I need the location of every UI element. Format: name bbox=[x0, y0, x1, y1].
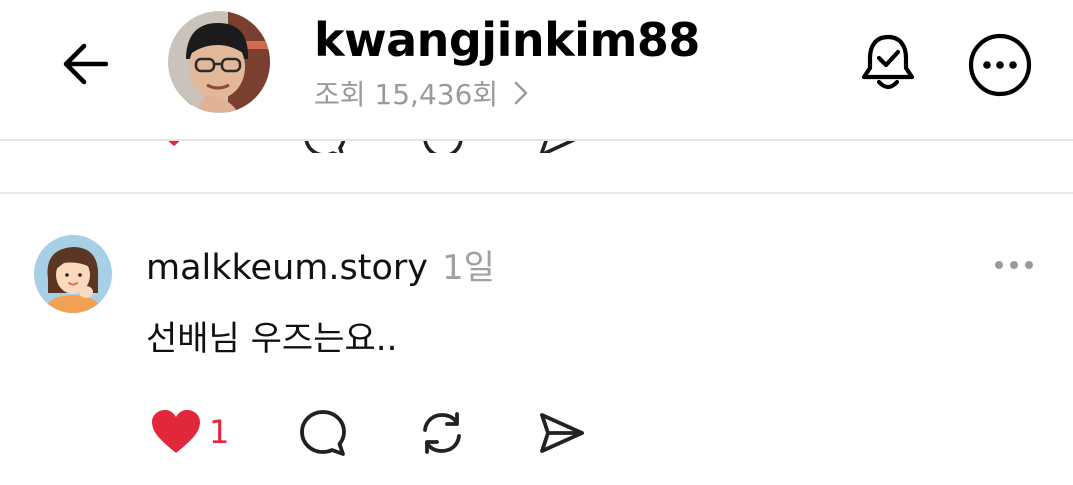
comment-timestamp: 1일 bbox=[441, 248, 495, 288]
author-username[interactable]: kwangjinkim88 bbox=[314, 12, 700, 68]
view-count-link[interactable]: 조회 15,436회 bbox=[314, 74, 528, 112]
like-button[interactable] bbox=[146, 406, 206, 458]
repost-icon[interactable] bbox=[420, 141, 466, 153]
chevron-right-icon bbox=[514, 81, 528, 105]
bell-check-icon bbox=[861, 34, 915, 90]
notification-button[interactable] bbox=[856, 28, 920, 98]
author-avatar[interactable] bbox=[168, 11, 270, 113]
comment-icon bbox=[300, 410, 346, 456]
comment-icon[interactable] bbox=[302, 141, 348, 153]
share-button[interactable] bbox=[532, 404, 590, 462]
commenter-username[interactable]: malkkeum.story bbox=[146, 248, 428, 288]
like-count: 1 bbox=[209, 413, 230, 451]
commenter-avatar[interactable] bbox=[34, 235, 112, 313]
repost-icon bbox=[423, 412, 461, 454]
more-horizontal-circle-icon bbox=[968, 33, 1032, 97]
back-button[interactable] bbox=[55, 36, 115, 92]
previous-post-actions bbox=[0, 141, 1073, 153]
post-divider bbox=[0, 192, 1073, 194]
reply-button[interactable] bbox=[294, 404, 352, 462]
send-icon bbox=[540, 413, 584, 453]
comment-header: malkkeum.story 1일 bbox=[146, 240, 495, 290]
heart-icon[interactable] bbox=[157, 141, 191, 149]
more-horizontal-icon bbox=[995, 261, 1033, 269]
repost-button[interactable] bbox=[413, 404, 471, 462]
comment-text: 선배님 우즈는요.. bbox=[146, 319, 398, 359]
thread-screen: kwangjinkim88 조회 15,436회 malkkeum.story … bbox=[0, 0, 1073, 485]
more-options-button[interactable] bbox=[966, 31, 1034, 99]
view-count-label: 조회 15,436회 bbox=[314, 78, 499, 111]
heart-icon bbox=[152, 410, 200, 453]
comment-more-button[interactable] bbox=[988, 248, 1040, 282]
send-icon[interactable] bbox=[536, 141, 582, 153]
arrow-left-icon bbox=[63, 43, 109, 85]
